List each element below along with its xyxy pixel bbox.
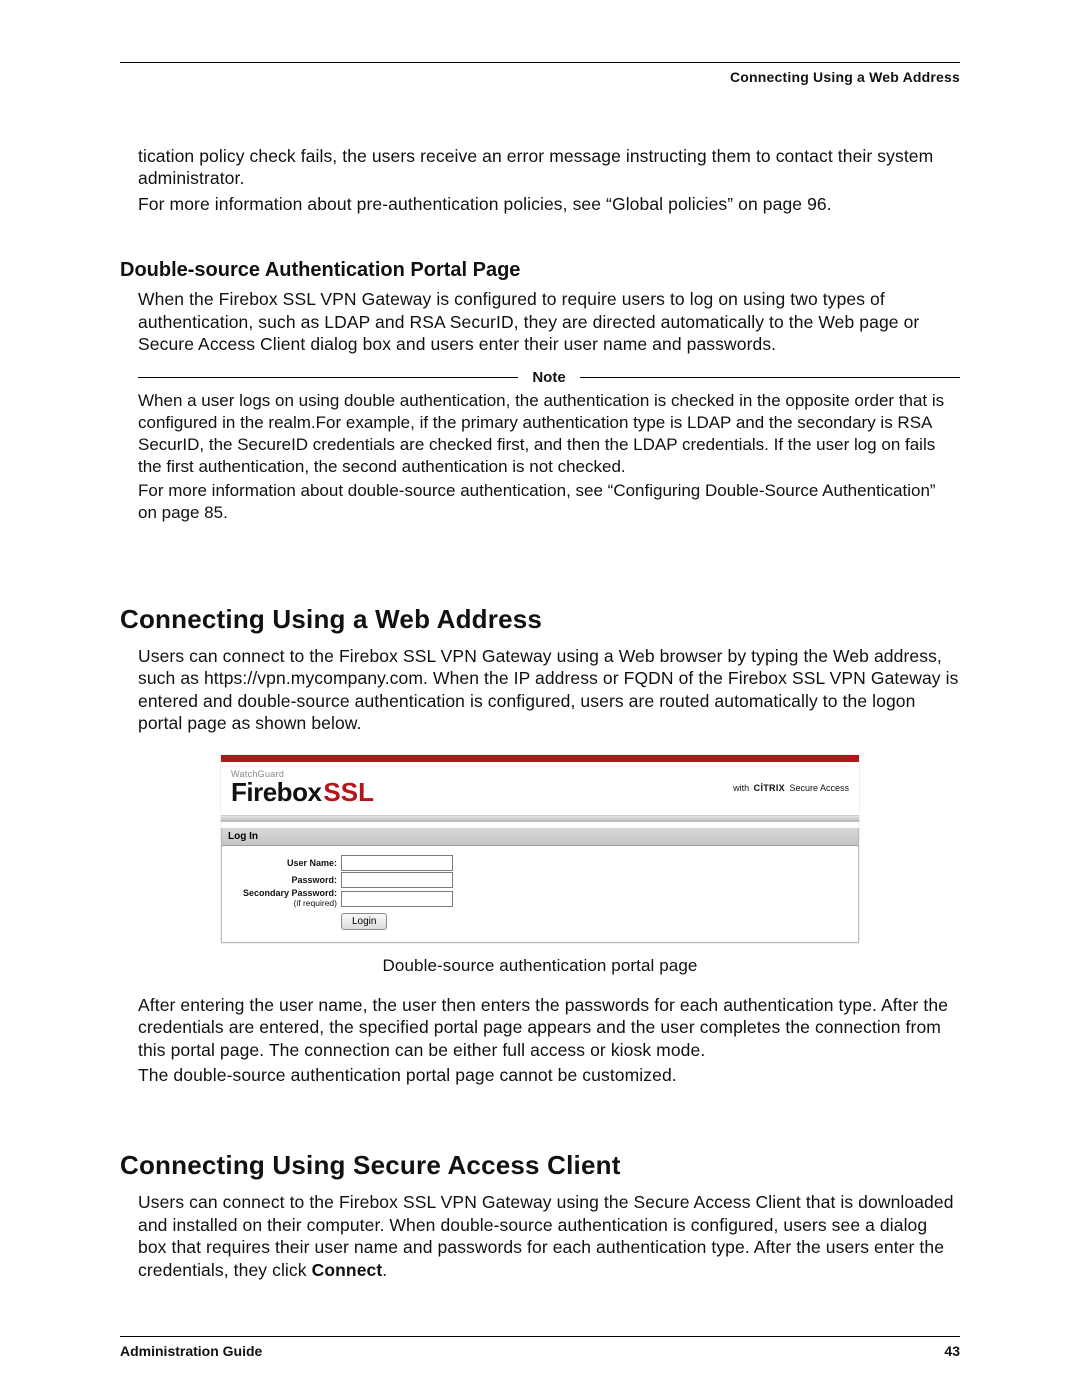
note-p2: For more information about double-source… [138, 480, 958, 524]
web-p3: The double-source authentication portal … [138, 1064, 960, 1086]
login-form: User Name: Password: Secondary Password:… [222, 846, 858, 941]
web-p1: Users can connect to the Firebox SSL VPN… [138, 645, 960, 735]
client-p1-b: . [382, 1260, 387, 1280]
brand-ssl: SSL [323, 777, 374, 807]
heading-double-source: Double-source Authentication Portal Page [120, 259, 960, 282]
client-p1-bold: Connect [312, 1260, 383, 1280]
note-rule-left [138, 377, 518, 378]
client-body: Users can connect to the Firebox SSL VPN… [138, 1191, 960, 1281]
portal-divider [221, 815, 859, 822]
running-title: Connecting Using a Web Address [120, 63, 960, 85]
input-password[interactable] [341, 872, 453, 888]
note-box: Note When a user logs on using double au… [138, 369, 960, 524]
citrix-badge: with CİTRIX Secure Access [733, 783, 849, 793]
label-secondary-password: Secondary Password: (if required) [232, 889, 341, 907]
heading-secure-client: Connecting Using Secure Access Client [120, 1150, 960, 1181]
login-button[interactable]: Login [341, 913, 387, 930]
client-p1-a: Users can connect to the Firebox SSL VPN… [138, 1192, 954, 1279]
portal-header: WatchGuard FireboxSSL with CİTRIX Secure… [221, 762, 859, 815]
page-footer: Administration Guide 43 [120, 1336, 960, 1359]
note-rule-right [580, 377, 960, 378]
running-header: Connecting Using a Web Address [120, 62, 960, 85]
web-body-2: After entering the user name, the user t… [138, 994, 960, 1087]
portal-brand: WatchGuard FireboxSSL [231, 770, 374, 805]
note-label: Note [518, 369, 579, 386]
citrix-suffix: Secure Access [789, 783, 849, 793]
portal-body: Log In User Name: Password: Secondary Pa… [221, 828, 859, 942]
input-username[interactable] [341, 855, 453, 871]
web-p2: After entering the user name, the user t… [138, 994, 960, 1061]
footer-left: Administration Guide [120, 1343, 262, 1359]
intro-p1: tication policy check fails, the users r… [138, 145, 960, 190]
login-header: Log In [222, 828, 858, 846]
citrix-brand: CİTRIX [754, 783, 785, 793]
double-source-body: When the Firebox SSL VPN Gateway is conf… [138, 288, 960, 355]
portal-screenshot: WatchGuard FireboxSSL with CİTRIX Secure… [220, 754, 860, 943]
intro-p2: For more information about pre-authentic… [138, 193, 960, 215]
client-p1: Users can connect to the Firebox SSL VPN… [138, 1191, 960, 1281]
web-body-1: Users can connect to the Firebox SSL VPN… [138, 645, 960, 735]
label-username: User Name: [232, 859, 341, 868]
note-p1: When a user logs on using double authent… [138, 390, 958, 477]
heading-web-address: Connecting Using a Web Address [120, 604, 960, 635]
brand-firebox: Firebox [231, 777, 321, 807]
input-secondary-password[interactable] [341, 891, 453, 907]
citrix-prefix: with [733, 783, 749, 793]
label-secondary-password-sub: (if required) [232, 899, 337, 908]
portal-caption: Double-source authentication portal page [120, 956, 960, 976]
intro-block: tication policy check fails, the users r… [138, 145, 960, 215]
label-secondary-password-text: Secondary Password: [243, 888, 337, 898]
footer-right: 43 [944, 1343, 960, 1359]
label-password: Password: [232, 876, 341, 885]
double-source-p1: When the Firebox SSL VPN Gateway is conf… [138, 288, 960, 355]
portal-redbar [221, 755, 859, 762]
